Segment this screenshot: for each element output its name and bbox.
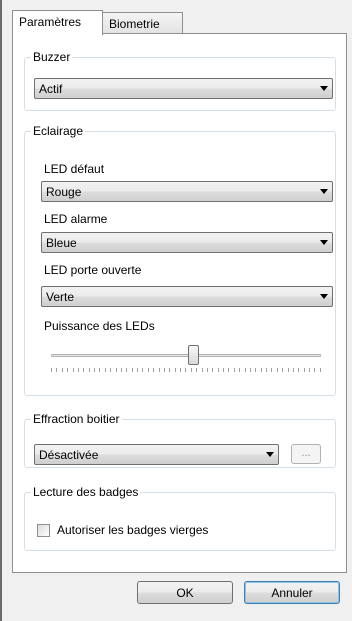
badges-group-title: Lecture des badges [33,485,139,499]
led-power-label: Puissance des LEDs [44,319,155,333]
slider-tick [104,368,106,372]
slider-tick [282,368,284,372]
slider-tick [287,368,289,372]
slider-tick [303,368,305,372]
slider-tick [115,368,117,372]
badges-group: Lecture des badges [24,485,336,551]
buzzer-select[interactable]: Actif [34,78,333,99]
slider-tick [120,368,122,372]
slider-tick [131,368,133,372]
lighting-group-title: Eclairage [33,124,84,138]
slider-tick [94,368,95,372]
dropdown-arrow-icon [266,452,274,457]
tab-biometrie[interactable]: Biometrie [102,12,183,34]
slider-tick [61,368,63,372]
slider-tick [292,368,294,372]
slider-tick [206,368,208,372]
slider-tick [239,368,241,372]
tamper-group-title: Effraction boitier [33,412,120,426]
slider-tick [233,368,235,372]
slider-tick [77,368,79,372]
buzzer-group-title: Buzzer [33,50,71,64]
led-default-select[interactable]: Rouge [41,181,333,202]
tab-parametres[interactable]: Paramètres [12,10,103,35]
slider-tick [174,368,176,372]
slider-tick [153,368,155,372]
slider-tick [142,368,144,372]
slider-tick [319,368,321,372]
slider-tick [169,368,171,372]
window-left-border [0,0,2,621]
slider-tick [88,368,90,372]
slider-tick [83,368,85,372]
slider-tick [180,368,181,372]
slider-tick [249,368,251,372]
slider-tick [255,368,257,372]
slider-tick [314,368,316,372]
tamper-browse-button[interactable]: ... [291,444,321,464]
slider-tick [190,368,192,372]
allow-blank-badges-label[interactable]: Autoriser les badges vierges [57,523,208,537]
slider-tick [260,368,262,372]
slider-tick [99,368,101,372]
ok-button[interactable]: OK [137,581,233,604]
slider-tick [201,368,203,372]
slider-tick [271,368,273,372]
slider-tick [212,368,214,372]
led-door-open-select[interactable]: Verte [41,286,333,307]
slider-tick [185,368,187,372]
dropdown-arrow-icon [320,189,328,194]
slider-tick [126,368,128,372]
slider-tick [56,368,58,372]
slider-tick [158,368,160,372]
allow-blank-badges-checkbox[interactable] [37,524,50,537]
slider-track [51,354,321,357]
tamper-select-value: Désactivée [39,448,99,462]
slider-tick [147,368,149,372]
led-door-open-value: Verte [46,290,75,304]
led-door-open-label: LED porte ouverte [44,263,142,277]
slider-tick [309,368,310,372]
slider-tick [276,368,278,372]
slider-tick [163,368,165,372]
cancel-button[interactable]: Annuler [244,581,340,604]
slider-tick [217,368,219,372]
slider-tick [266,368,267,372]
dropdown-arrow-icon [320,294,328,299]
led-alarm-select[interactable]: Bleue [41,232,333,253]
led-alarm-value: Bleue [46,236,77,250]
slider-tick [72,368,74,372]
settings-panel: Buzzer Actif Eclairage LED défaut Rouge … [12,33,347,573]
tamper-select[interactable]: Désactivée [34,444,279,465]
slider-tick [51,368,52,372]
led-default-value: Rouge [46,185,82,199]
slider-tick [228,368,230,372]
slider-tick [196,368,198,372]
slider-tick [110,368,112,372]
led-power-slider[interactable] [51,341,321,373]
slider-tick [137,368,138,372]
led-alarm-label: LED alarme [44,212,108,226]
slider-tick [244,368,246,372]
led-default-label: LED défaut [44,162,105,176]
dropdown-arrow-icon [320,86,328,91]
buzzer-select-value: Actif [39,82,63,96]
slider-thumb[interactable] [188,345,199,365]
slider-ticks [51,368,321,373]
slider-tick [223,368,224,372]
slider-tick [67,368,69,372]
slider-tick [298,368,300,372]
dropdown-arrow-icon [320,240,328,245]
